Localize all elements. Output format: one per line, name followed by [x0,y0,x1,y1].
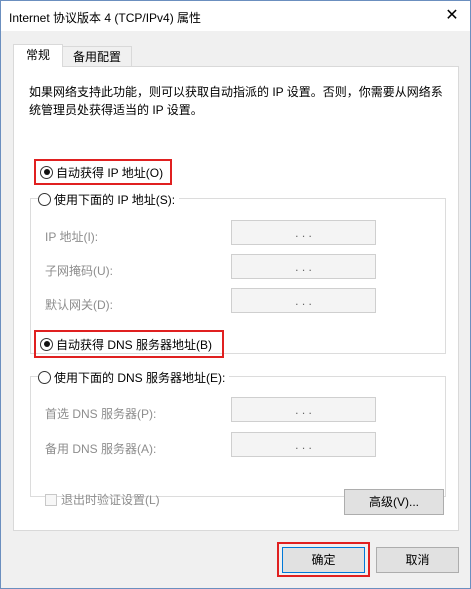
tab-alternate-config[interactable]: 备用配置 [62,46,132,68]
alternate-dns-input[interactable]: . . . [231,432,376,457]
ok-button[interactable]: 确定 [282,547,365,573]
alternate-dns-label: 备用 DNS 服务器(A): [45,442,157,456]
default-gateway-input[interactable]: . . . [231,288,376,313]
ip-address-input[interactable]: . . . [231,220,376,245]
checkbox-icon [45,493,57,506]
alternate-dns-value: . . . [295,437,312,452]
radio-checked-icon [40,337,53,351]
dns-manual-radio[interactable]: 使用下面的 DNS 服务器地址(E): [38,368,230,386]
default-gateway-label: 默认网关(D): [45,298,113,312]
default-gateway-value: . . . [295,293,312,308]
ip-address-label: IP 地址(I): [45,230,99,244]
ip-auto-label: 自动获得 IP 地址(O) [56,165,164,180]
preferred-dns-input[interactable]: . . . [231,397,376,422]
cancel-button[interactable]: 取消 [376,547,459,573]
subnet-mask-label: 子网掩码(U): [45,264,113,278]
subnet-mask-input[interactable]: . . . [231,254,376,279]
ip-manual-radio[interactable]: 使用下面的 IP 地址(S): [38,190,180,208]
preferred-dns-label: 首选 DNS 服务器(P): [45,407,157,421]
advanced-button[interactable]: 高级(V)... [344,489,444,515]
radio-unchecked-icon [38,192,51,206]
ip-auto-radio[interactable]: 自动获得 IP 地址(O) [40,163,163,181]
window-title: Internet 协议版本 4 (TCP/IPv4) 属性 [9,11,202,25]
tab-general[interactable]: 常规 [13,44,63,67]
dialog-content: 常规 备用配置 如果网络支持此功能，则可以获取自动指派的 IP 设置。否则，你需… [1,31,470,588]
title-bar: Internet 协议版本 4 (TCP/IPv4) 属性 ✕ [1,1,470,31]
general-panel: 如果网络支持此功能，则可以获取自动指派的 IP 设置。否则，你需要从网络系统管理… [13,66,459,531]
dns-manual-label: 使用下面的 DNS 服务器地址(E): [54,370,226,385]
subnet-mask-value: . . . [295,259,312,274]
radio-unchecked-icon [38,370,51,384]
dialog-window: Internet 协议版本 4 (TCP/IPv4) 属性 ✕ 常规 备用配置 … [0,0,471,589]
validate-on-exit-checkbox[interactable]: 退出时验证设置(L) [45,491,160,508]
ip-manual-label: 使用下面的 IP 地址(S): [54,192,176,207]
validate-on-exit-label: 退出时验证设置(L) [61,493,160,507]
ip-address-value: . . . [295,225,312,240]
radio-checked-icon [40,165,53,179]
close-icon[interactable]: ✕ [440,5,464,27]
dns-auto-label: 自动获得 DNS 服务器地址(B) [56,337,213,352]
description-text: 如果网络支持此功能，则可以获取自动指派的 IP 设置。否则，你需要从网络系统管理… [29,85,443,117]
preferred-dns-value: . . . [295,402,312,417]
dns-auto-radio[interactable]: 自动获得 DNS 服务器地址(B) [40,335,212,353]
